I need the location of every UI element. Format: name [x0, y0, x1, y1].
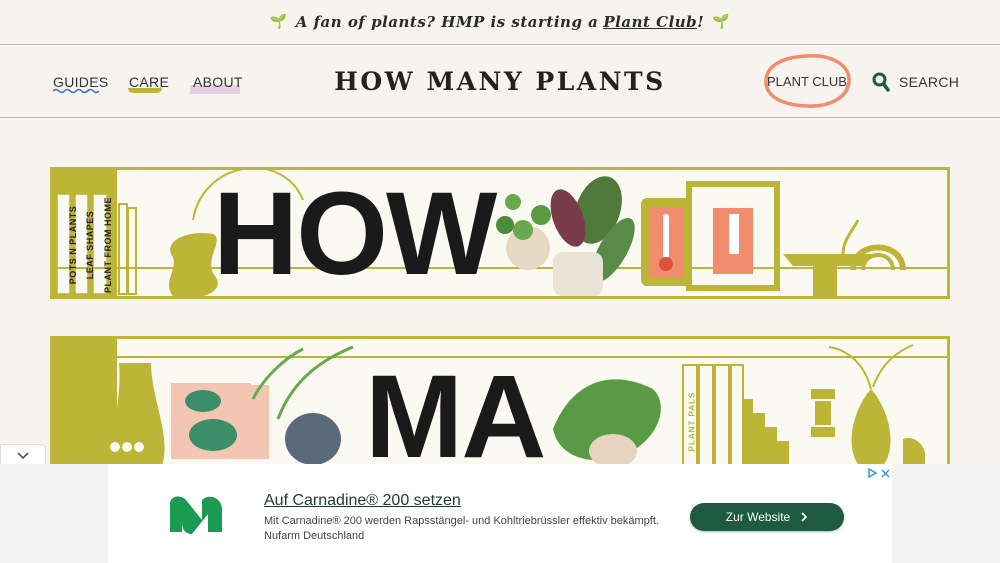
banner-text-end: ! — [697, 13, 705, 31]
nav-about-label: ABOUT — [193, 74, 243, 90]
hero-shelf-bottom: PLANT PALS MA — [50, 336, 950, 468]
plant-club-link[interactable]: Plant Club — [603, 13, 697, 31]
ad-banner: Auf Carnadine® 200 setzen Mit Carnadine®… — [0, 464, 1000, 563]
nav-about[interactable]: ABOUT — [190, 74, 243, 94]
hero-word-ma: MA — [365, 351, 547, 468]
hero-word-how: HOW — [213, 168, 497, 299]
sprout-icon: 🌱 — [269, 14, 288, 30]
advertiser-logo-icon — [170, 496, 222, 534]
ad-choices[interactable] — [867, 468, 890, 478]
search-button[interactable]: SEARCH — [872, 72, 959, 92]
sprout-icon: 🌱 — [712, 14, 731, 30]
search-label: SEARCH — [899, 74, 960, 90]
ad-cta-label: Zur Website — [725, 510, 791, 524]
close-icon[interactable] — [881, 469, 890, 478]
plant-club-label: PLANT CLUB — [767, 74, 847, 89]
book-spine-label: POTS N PLANTS — [68, 205, 78, 285]
chevron-right-icon — [801, 512, 808, 522]
book-spine-label: LEAF SHAPES — [85, 210, 95, 280]
main-nav: GUIDES CARE ABOUT HOW MANY PLANTS PLANT … — [0, 45, 1000, 118]
ad-advertiser: Nufarm Deutschland — [264, 530, 365, 542]
plant-club-button[interactable]: PLANT CLUB — [763, 53, 851, 109]
shelf-illustration — [53, 170, 947, 296]
ad-content[interactable]: Auf Carnadine® 200 setzen Mit Carnadine®… — [108, 464, 892, 563]
chevron-down-icon — [17, 452, 29, 460]
banner-text: A fan of plants? HMP is starting a — [295, 13, 599, 31]
search-icon — [872, 72, 890, 92]
book-spine-label: PLANT FROM HOME — [103, 197, 113, 293]
adchoices-icon — [868, 468, 877, 478]
ad-title[interactable]: Auf Carnadine® 200 setzen — [264, 492, 461, 510]
book-spines: POTS N PLANTS LEAF SHAPES PLANT FROM HOM… — [63, 194, 113, 294]
hero-shelf-top: POTS N PLANTS LEAF SHAPES PLANT FROM HOM… — [50, 167, 950, 299]
ad-description: Mit Carnadine® 200 werden Rapsstängel- u… — [264, 514, 659, 544]
announcement-banner: 🌱 A fan of plants? HMP is starting a Pla… — [0, 0, 1000, 45]
ad-cta-button[interactable]: Zur Website — [690, 503, 844, 531]
book-spine-label: PLANT PALS — [687, 391, 697, 452]
book-spines: PLANT PALS — [682, 369, 702, 468]
ad-description-text: Mit Carnadine® 200 werden Rapsstängel- u… — [264, 515, 659, 527]
